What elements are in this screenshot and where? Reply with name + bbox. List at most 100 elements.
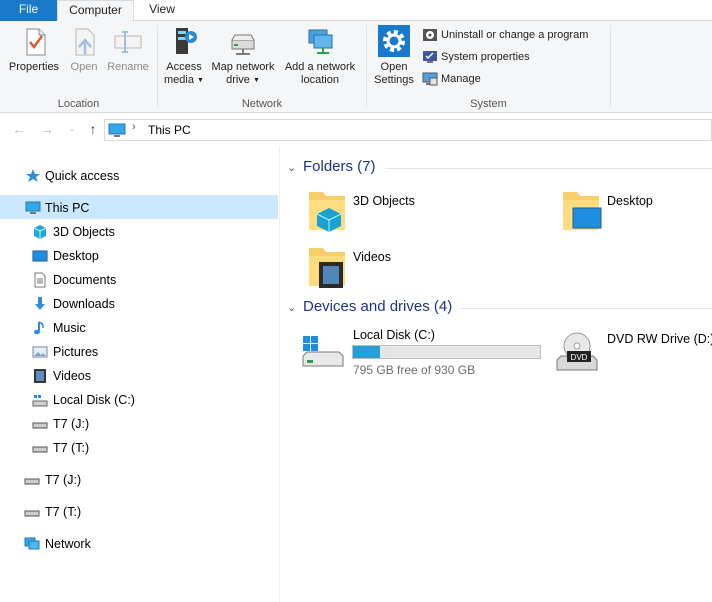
drive-local-disk-c[interactable]: Local Disk (C:) 795 GB free of 930 GB [301, 326, 551, 382]
location-group-caption: Location [57, 98, 100, 110]
folder-label: Desktop [607, 194, 653, 208]
uninstall-program-button[interactable]: Uninstall or change a program [422, 26, 588, 46]
rename-label: Rename [107, 61, 149, 73]
access-media-button[interactable]: Access media ▼ [160, 24, 208, 87]
add-network-location-button[interactable]: Add a network location [281, 24, 359, 87]
open-settings-label-1: Open [380, 61, 408, 73]
drive-dvd-rw[interactable]: DVD DVD RW Drive (D:) [555, 330, 712, 386]
tab-file[interactable]: File [0, 0, 57, 21]
navigation-pane: Quick access This PC 3D Objects Desktop … [0, 146, 280, 602]
nav-label: Pictures [53, 345, 99, 359]
address-bar[interactable]: › This PC [104, 119, 712, 141]
add-location-label-1: Add a network [284, 61, 356, 73]
system-properties-button[interactable]: System properties [422, 48, 530, 68]
open-label: Open [70, 61, 98, 73]
chevron-down-icon: ⌄ [68, 124, 76, 133]
network-icon [24, 537, 40, 550]
pictures-icon [32, 346, 48, 358]
network-group-caption: Network [241, 98, 283, 110]
folder-label: 3D Objects [353, 194, 415, 208]
manage-button[interactable]: Manage [422, 70, 481, 90]
drive-icon [32, 422, 48, 429]
back-button[interactable]: ← [10, 120, 28, 138]
folders-header-label: Folders (7) [303, 158, 376, 175]
breadcrumb-chevron-icon[interactable]: › [132, 121, 136, 133]
open-button[interactable]: Open [64, 24, 104, 74]
drive-usage-fill [353, 346, 381, 358]
downloads-icon [35, 297, 45, 310]
ribbon-separator [610, 25, 611, 107]
dvd-badge: DVD [571, 353, 588, 362]
group-divider [461, 308, 712, 309]
tab-view[interactable]: View [136, 0, 188, 21]
devices-header-label: Devices and drives (4) [303, 298, 453, 315]
access-media-label-2: media [164, 74, 194, 86]
forward-button[interactable]: → [38, 120, 56, 138]
tab-computer[interactable]: Computer [57, 0, 134, 22]
group-divider [385, 168, 712, 169]
nav-label: T7 (J:) [53, 417, 90, 431]
map-network-drive-button[interactable]: Map network drive ▼ [207, 24, 279, 87]
arrow-up-icon: ↑ [89, 121, 97, 137]
3d-objects-icon [33, 225, 47, 239]
folder-videos[interactable]: Videos [307, 242, 527, 290]
open-settings-label-2: Settings [374, 74, 414, 86]
network-drive-icon [231, 34, 255, 55]
chevron-down-icon: ⌄ [287, 302, 297, 314]
nav-label: Network [45, 537, 91, 551]
nav-selection-highlight [0, 195, 278, 219]
drive-icon [24, 478, 40, 485]
folders-group-header[interactable]: ⌄ Folders (7) [287, 158, 376, 178]
computer-management-icon [422, 72, 438, 86]
uninstall-icon [423, 29, 437, 42]
properties-button[interactable]: Properties [6, 24, 62, 74]
devices-group-header[interactable]: ⌄ Devices and drives (4) [287, 298, 452, 318]
folder-3d-objects[interactable]: 3D Objects [307, 186, 527, 234]
folder-label: Videos [353, 250, 391, 264]
drive-icon [24, 510, 40, 517]
ribbon: Properties Open Rename Location Access m… [0, 21, 712, 113]
nav-label: Videos [53, 369, 91, 383]
system-properties-label: System properties [441, 51, 530, 63]
drive-free-space: 795 GB free of 930 GB [353, 363, 476, 377]
dvd-drive-icon: DVD [556, 332, 598, 371]
nav-label: T7 (T:) [53, 441, 90, 455]
rename-button[interactable]: Rename [105, 24, 151, 74]
open-icon [75, 28, 95, 56]
nav-label: Quick access [45, 169, 120, 183]
arrow-right-icon: → [40, 121, 54, 137]
properties-icon [26, 28, 46, 56]
system-drive-icon [302, 336, 344, 367]
map-drive-label-2: drive [226, 74, 250, 86]
open-settings-button[interactable]: Open Settings [371, 24, 417, 87]
desktop-icon [32, 250, 48, 262]
drive-icon [32, 446, 48, 453]
content-pane: ⌄ Folders (7) 3D Objects Desktop Videos ⌄… [281, 146, 712, 602]
documents-icon [34, 272, 46, 288]
map-drive-label-1: Map network [211, 61, 275, 73]
this-pc-icon [25, 201, 41, 214]
up-button[interactable]: ↑ [84, 120, 102, 138]
folder-desktop[interactable]: Desktop [561, 186, 711, 234]
videos-folder-icon [309, 248, 345, 288]
drive-usage-bar [352, 345, 541, 359]
gear-icon [378, 25, 410, 57]
nav-label: T7 (T:) [45, 505, 82, 519]
nav-label: Music [53, 321, 86, 335]
navigation-bar: ← → ⌄ ↑ › This PC [0, 113, 712, 146]
media-server-icon [176, 28, 197, 54]
nav-label: T7 (J:) [45, 473, 82, 487]
nav-label: 3D Objects [53, 225, 115, 239]
chevron-down-icon: ▼ [252, 77, 260, 84]
star-icon [26, 169, 40, 182]
system-group-caption: System [470, 98, 507, 110]
network-group: Access media ▼ Map network drive ▼ Add a… [158, 21, 366, 113]
uninstall-label: Uninstall or change a program [441, 29, 589, 41]
nav-label: Documents [53, 273, 117, 287]
drive-label: Local Disk (C:) [353, 328, 435, 342]
ribbon-tabs: File Computer View [0, 0, 712, 22]
add-location-label-2: location [301, 74, 339, 86]
system-properties-icon [423, 51, 437, 64]
recent-locations-button[interactable]: ⌄ [63, 120, 81, 138]
breadcrumb-this-pc[interactable]: This PC [148, 123, 191, 137]
